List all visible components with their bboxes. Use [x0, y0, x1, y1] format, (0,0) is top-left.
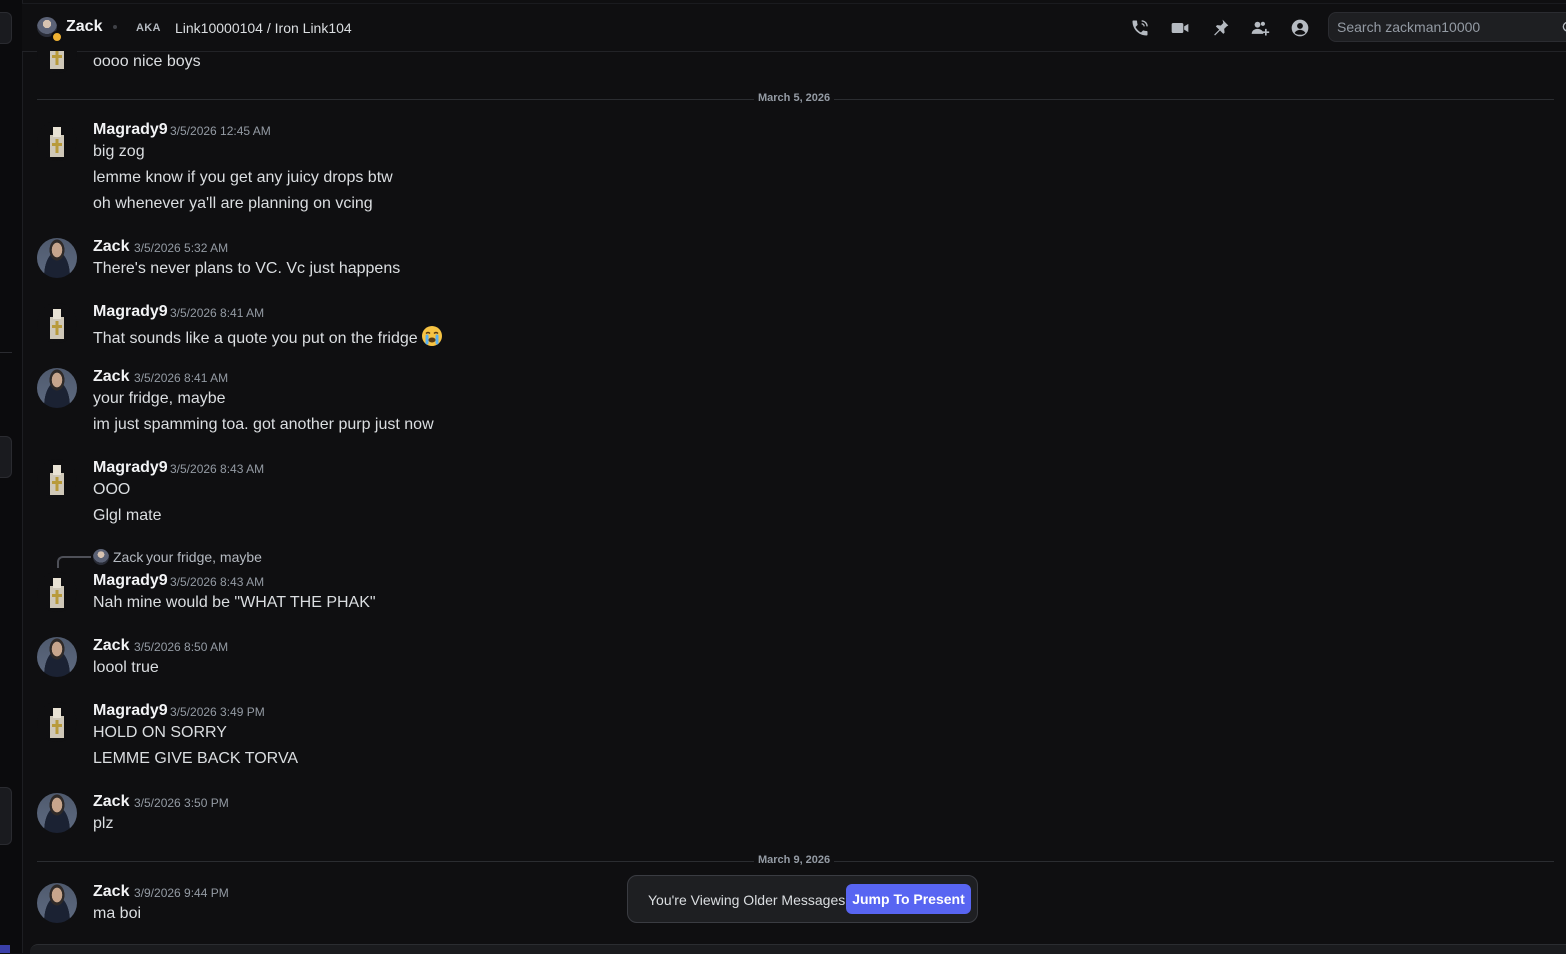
username[interactable]: Zack	[93, 238, 129, 256]
user-profile-icon[interactable]	[1290, 18, 1310, 38]
avatar[interactable]	[37, 51, 77, 73]
loudly-crying-emoji-icon[interactable]	[421, 325, 443, 347]
message-text: That sounds like a quote you put on the …	[93, 325, 443, 348]
username[interactable]: Zack	[93, 637, 129, 655]
sidebar-card-bottom[interactable]	[0, 787, 12, 845]
sidebar-card-top[interactable]	[0, 12, 12, 44]
avatar[interactable]	[37, 368, 77, 408]
avatar[interactable]	[37, 883, 77, 923]
message-text: oh whenever ya'll are planning on vcing	[93, 195, 373, 212]
message-text: im just spamming toa. got another purp j…	[93, 416, 434, 433]
voice-call-icon[interactable]	[1130, 18, 1150, 38]
avatar[interactable]	[37, 303, 77, 343]
video-call-icon[interactable]	[1170, 18, 1190, 38]
timestamp: 3/5/2026 8:43 AM	[170, 462, 265, 476]
search-input[interactable]	[1337, 19, 1537, 35]
older-messages-text: You're Viewing Older Messages	[648, 892, 846, 908]
timestamp: 3/5/2026 12:45 AM	[170, 124, 271, 138]
message-list[interactable]: oooo nice boys March 5, 2026 Magrady9 3/…	[22, 51, 1566, 953]
reply-username[interactable]: Zack	[113, 549, 143, 565]
jump-to-present-button[interactable]: Jump To Present	[846, 884, 971, 914]
message-text: HOLD ON SORRY	[93, 724, 227, 741]
message-text-content: That sounds like a quote you put on the …	[93, 330, 418, 347]
timestamp: 3/5/2026 8:41 AM	[170, 306, 265, 320]
message-text: your fridge, maybe	[93, 390, 226, 407]
status-indicator	[51, 31, 63, 43]
username[interactable]: Magrady9	[93, 303, 168, 321]
message-text: loool true	[93, 659, 159, 676]
username[interactable]: Zack	[93, 883, 129, 901]
pin-icon[interactable]	[1210, 18, 1230, 38]
message-text: oooo nice boys	[93, 53, 201, 70]
message-text: lemme know if you get any juicy drops bt…	[93, 169, 393, 186]
avatar[interactable]	[37, 793, 77, 833]
message-text: LEMME GIVE BACK TORVA	[93, 750, 299, 767]
dm-header: Zack AKA Link10000104 / Iron Link104	[22, 3, 1566, 52]
timestamp: 3/5/2026 8:50 AM	[134, 640, 229, 654]
username[interactable]: Magrady9	[93, 121, 168, 139]
timestamp: 3/5/2026 8:41 AM	[134, 371, 229, 385]
date-divider-label: March 9, 2026	[754, 854, 835, 866]
avatar[interactable]	[37, 637, 77, 677]
message-text: ma boi	[93, 905, 142, 922]
username[interactable]: Magrady9	[93, 702, 168, 720]
timestamp: 3/5/2026 3:49 PM	[170, 705, 265, 719]
search-box[interactable]	[1328, 12, 1566, 42]
date-divider-label: March 5, 2026	[754, 92, 835, 104]
message-text: plz	[93, 815, 114, 832]
username[interactable]: Magrady9	[93, 572, 168, 590]
sidebar-divider	[0, 352, 12, 353]
reply-avatar[interactable]	[93, 549, 109, 565]
message-text: Nah mine would be "WHAT THE PHAK"	[93, 594, 376, 611]
aka-aliases: Link10000104 / Iron Link104	[175, 20, 352, 36]
search-icon[interactable]	[1561, 20, 1566, 36]
avatar[interactable]	[37, 121, 77, 161]
username[interactable]: Magrady9	[93, 459, 168, 477]
message-text: There's never plans to VC. Vc just happe…	[93, 260, 401, 277]
timestamp: 3/5/2026 5:32 AM	[134, 241, 229, 255]
username[interactable]: Zack	[93, 368, 129, 386]
server-sidebar-edge	[0, 0, 23, 953]
aka-label: AKA	[136, 22, 161, 34]
sidebar-card-mid[interactable]	[0, 436, 12, 478]
dm-user-name[interactable]: Zack	[66, 18, 102, 36]
avatar[interactable]	[37, 459, 77, 499]
timestamp: 3/5/2026 8:43 AM	[170, 575, 265, 589]
username[interactable]: Zack	[93, 793, 129, 811]
older-messages-bar: You're Viewing Older Messages Jump To Pr…	[627, 875, 978, 923]
sidebar-accent	[0, 945, 10, 953]
avatar[interactable]	[37, 238, 77, 278]
reply-connector	[57, 556, 91, 568]
message-text: Glgl mate	[93, 507, 162, 524]
timestamp: 3/5/2026 3:50 PM	[134, 796, 229, 810]
message-text: big zog	[93, 143, 145, 160]
separator-dot	[113, 25, 117, 29]
add-friends-icon[interactable]	[1250, 18, 1270, 38]
avatar[interactable]	[37, 572, 77, 612]
timestamp: 3/9/2026 9:44 PM	[134, 886, 229, 900]
avatar[interactable]	[37, 702, 77, 742]
message-text: OOO	[93, 481, 131, 498]
reply-preview-text[interactable]: your fridge, maybe	[146, 549, 262, 565]
